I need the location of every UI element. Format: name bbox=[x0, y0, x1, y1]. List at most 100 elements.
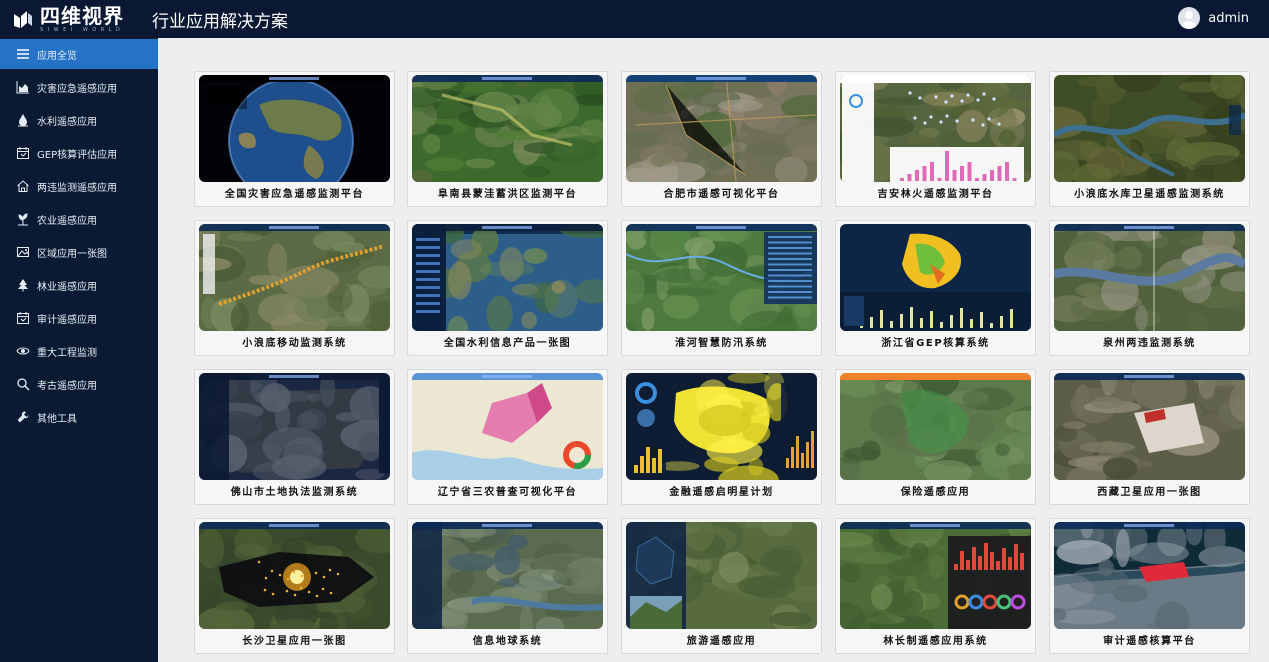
app-card-title[interactable]: 合肥市遥感可视化平台 bbox=[622, 185, 821, 200]
app-card-title[interactable]: 林长制遥感应用系统 bbox=[836, 632, 1035, 647]
app-card[interactable]: 佛山市土地执法监测系统 bbox=[194, 369, 395, 505]
user-menu[interactable]: admin bbox=[1178, 7, 1249, 29]
sidebar-item[interactable]: 两违监测遥感应用 bbox=[0, 171, 158, 201]
app-card-title[interactable]: 信息地球系统 bbox=[408, 632, 607, 647]
app-card-title[interactable]: 阜南县蒙洼蓄洪区监测平台 bbox=[408, 185, 607, 200]
app-card[interactable]: 小浪底水库卫星遥感监测系统 bbox=[1049, 71, 1250, 207]
app-card-title[interactable]: 审计遥感核算平台 bbox=[1050, 632, 1249, 647]
app-card[interactable]: 信息地球系统 bbox=[407, 518, 608, 654]
app-card[interactable]: 保险遥感应用 bbox=[835, 369, 1036, 505]
tree-icon bbox=[16, 278, 30, 292]
sidebar-item[interactable]: 审计遥感应用 bbox=[0, 303, 158, 333]
app-thumbnail[interactable] bbox=[412, 75, 603, 182]
app-thumbnail[interactable] bbox=[1054, 75, 1245, 182]
app-card-title[interactable]: 全国灾害应急遥感监测平台 bbox=[195, 185, 394, 200]
app-card-title[interactable]: 小浪底水库卫星遥感监测系统 bbox=[1050, 185, 1249, 200]
sidebar-item-label: 水利遥感应用 bbox=[37, 116, 97, 128]
app-card[interactable]: 淮河智慧防汛系统 bbox=[621, 220, 822, 356]
home-icon bbox=[16, 179, 30, 193]
sidebar-item[interactable]: 应用全览 bbox=[0, 39, 158, 69]
app-thumbnail[interactable] bbox=[199, 373, 390, 480]
app-card-title[interactable]: 小浪底移动监测系统 bbox=[195, 334, 394, 349]
app-card-title[interactable]: 西藏卫星应用一张图 bbox=[1050, 483, 1249, 498]
sidebar-item[interactable]: GEP核算评估应用 bbox=[0, 138, 158, 168]
app-thumbnail[interactable] bbox=[626, 224, 817, 331]
app-card-title[interactable]: 旅游遥感应用 bbox=[622, 632, 821, 647]
app-thumbnail[interactable] bbox=[626, 373, 817, 480]
app-thumbnail[interactable] bbox=[1054, 373, 1245, 480]
app-card[interactable]: 合肥市遥感可视化平台 bbox=[621, 71, 822, 207]
brand-logo[interactable]: 四维视界 SIWEI WORLD bbox=[12, 6, 124, 34]
water-drop-icon bbox=[16, 113, 30, 127]
app-card[interactable]: 旅游遥感应用 bbox=[621, 518, 822, 654]
app-card[interactable]: 泉州两违监测系统 bbox=[1049, 220, 1250, 356]
app-card-title[interactable]: 辽宁省三农普查可视化平台 bbox=[408, 483, 607, 498]
app-card[interactable]: 审计遥感核算平台 bbox=[1049, 518, 1250, 654]
sidebar-item[interactable]: 考古遥感应用 bbox=[0, 369, 158, 399]
app-thumbnail[interactable] bbox=[840, 75, 1031, 182]
app-thumbnail[interactable] bbox=[1054, 522, 1245, 629]
app-card-title[interactable]: 佛山市土地执法监测系统 bbox=[195, 483, 394, 498]
calendar-icon bbox=[16, 311, 30, 325]
app-thumbnail[interactable] bbox=[199, 224, 390, 331]
logo-text: 四维视界 bbox=[40, 4, 124, 28]
app-card-title[interactable]: 长沙卫星应用一张图 bbox=[195, 632, 394, 647]
app-thumbnail[interactable] bbox=[412, 224, 603, 331]
sidebar-item-label: 两违监测遥感应用 bbox=[37, 182, 117, 194]
sidebar-item[interactable]: 重大工程监测 bbox=[0, 336, 158, 366]
logo-icon bbox=[14, 11, 32, 28]
area-chart-icon bbox=[16, 80, 30, 94]
app-card[interactable]: 辽宁省三农普查可视化平台 bbox=[407, 369, 608, 505]
logo-subtext: SIWEI WORLD bbox=[40, 27, 125, 33]
app-card-title[interactable]: 金融遥感启明星计划 bbox=[622, 483, 821, 498]
username[interactable]: admin bbox=[1208, 11, 1249, 26]
app-thumbnail[interactable] bbox=[412, 373, 603, 480]
app-thumbnail[interactable] bbox=[626, 75, 817, 182]
app-thumbnail[interactable] bbox=[626, 522, 817, 629]
app-card-title[interactable]: 全国水利信息产品一张图 bbox=[408, 334, 607, 349]
app-thumbnail[interactable] bbox=[199, 522, 390, 629]
sidebar-item-label: 区域应用一张图 bbox=[37, 248, 107, 260]
app-thumbnail[interactable] bbox=[840, 373, 1031, 480]
app-card-title[interactable]: 泉州两违监测系统 bbox=[1050, 334, 1249, 349]
search-icon bbox=[16, 377, 30, 391]
sidebar-item[interactable]: 农业遥感应用 bbox=[0, 204, 158, 234]
app-card[interactable]: 阜南县蒙洼蓄洪区监测平台 bbox=[407, 71, 608, 207]
sidebar: 应用全览灾害应急遥感应用水利遥感应用 GEP核算评估应用 两违监测遥感应用 农业遥感应… bbox=[0, 38, 158, 662]
app-card-title[interactable]: 吉安林火遥感监测平台 bbox=[836, 185, 1035, 200]
app-card[interactable]: 西藏卫星应用一张图 bbox=[1049, 369, 1250, 505]
app-card[interactable]: 全国水利信息产品一张图 bbox=[407, 220, 608, 356]
eye-icon bbox=[16, 344, 30, 358]
sidebar-item[interactable]: 水利遥感应用 bbox=[0, 105, 158, 135]
app-card[interactable]: 长沙卫星应用一张图 bbox=[194, 518, 395, 654]
app-card[interactable]: 吉安林火遥感监测平台 bbox=[835, 71, 1036, 207]
sidebar-item[interactable]: 其他工具 bbox=[0, 402, 158, 432]
calendar-icon bbox=[16, 146, 30, 160]
app-card-title[interactable]: 淮河智慧防汛系统 bbox=[622, 334, 821, 349]
avatar[interactable] bbox=[1178, 7, 1201, 29]
app-card[interactable]: 全国灾害应急遥感监测平台 bbox=[194, 71, 395, 207]
sidebar-item[interactable]: 灾害应急遥感应用 bbox=[0, 72, 158, 102]
sidebar-item-label: GEP核算评估应用 bbox=[37, 149, 118, 161]
app-thumbnail[interactable] bbox=[412, 522, 603, 629]
sidebar-item-label: 应用全览 bbox=[37, 50, 77, 62]
image-icon bbox=[16, 245, 30, 259]
app-thumbnail[interactable] bbox=[1054, 224, 1245, 331]
app-thumbnail[interactable] bbox=[840, 224, 1031, 331]
app-card[interactable]: 金融遥感启明星计划 bbox=[621, 369, 822, 505]
app-card-title[interactable]: 保险遥感应用 bbox=[836, 483, 1035, 498]
plant-icon bbox=[16, 212, 30, 226]
sidebar-item-label: 考古遥感应用 bbox=[37, 380, 97, 392]
sidebar-item-label: 林业遥感应用 bbox=[37, 281, 97, 293]
sidebar-item-label: 农业遥感应用 bbox=[37, 215, 97, 227]
wrench-icon bbox=[16, 410, 30, 424]
sidebar-item[interactable]: 林业遥感应用 bbox=[0, 270, 158, 300]
sidebar-item[interactable]: 区域应用一张图 bbox=[0, 237, 158, 267]
app-card-title[interactable]: 浙江省GEP核算系统 bbox=[836, 334, 1035, 349]
app-thumbnail[interactable] bbox=[199, 75, 390, 182]
app-thumbnail[interactable] bbox=[840, 522, 1031, 629]
app-card[interactable]: 浙江省GEP核算系统 bbox=[835, 220, 1036, 356]
menu-icon bbox=[16, 47, 30, 61]
app-card[interactable]: 林长制遥感应用系统 bbox=[835, 518, 1036, 654]
app-card[interactable]: 小浪底移动监测系统 bbox=[194, 220, 395, 356]
